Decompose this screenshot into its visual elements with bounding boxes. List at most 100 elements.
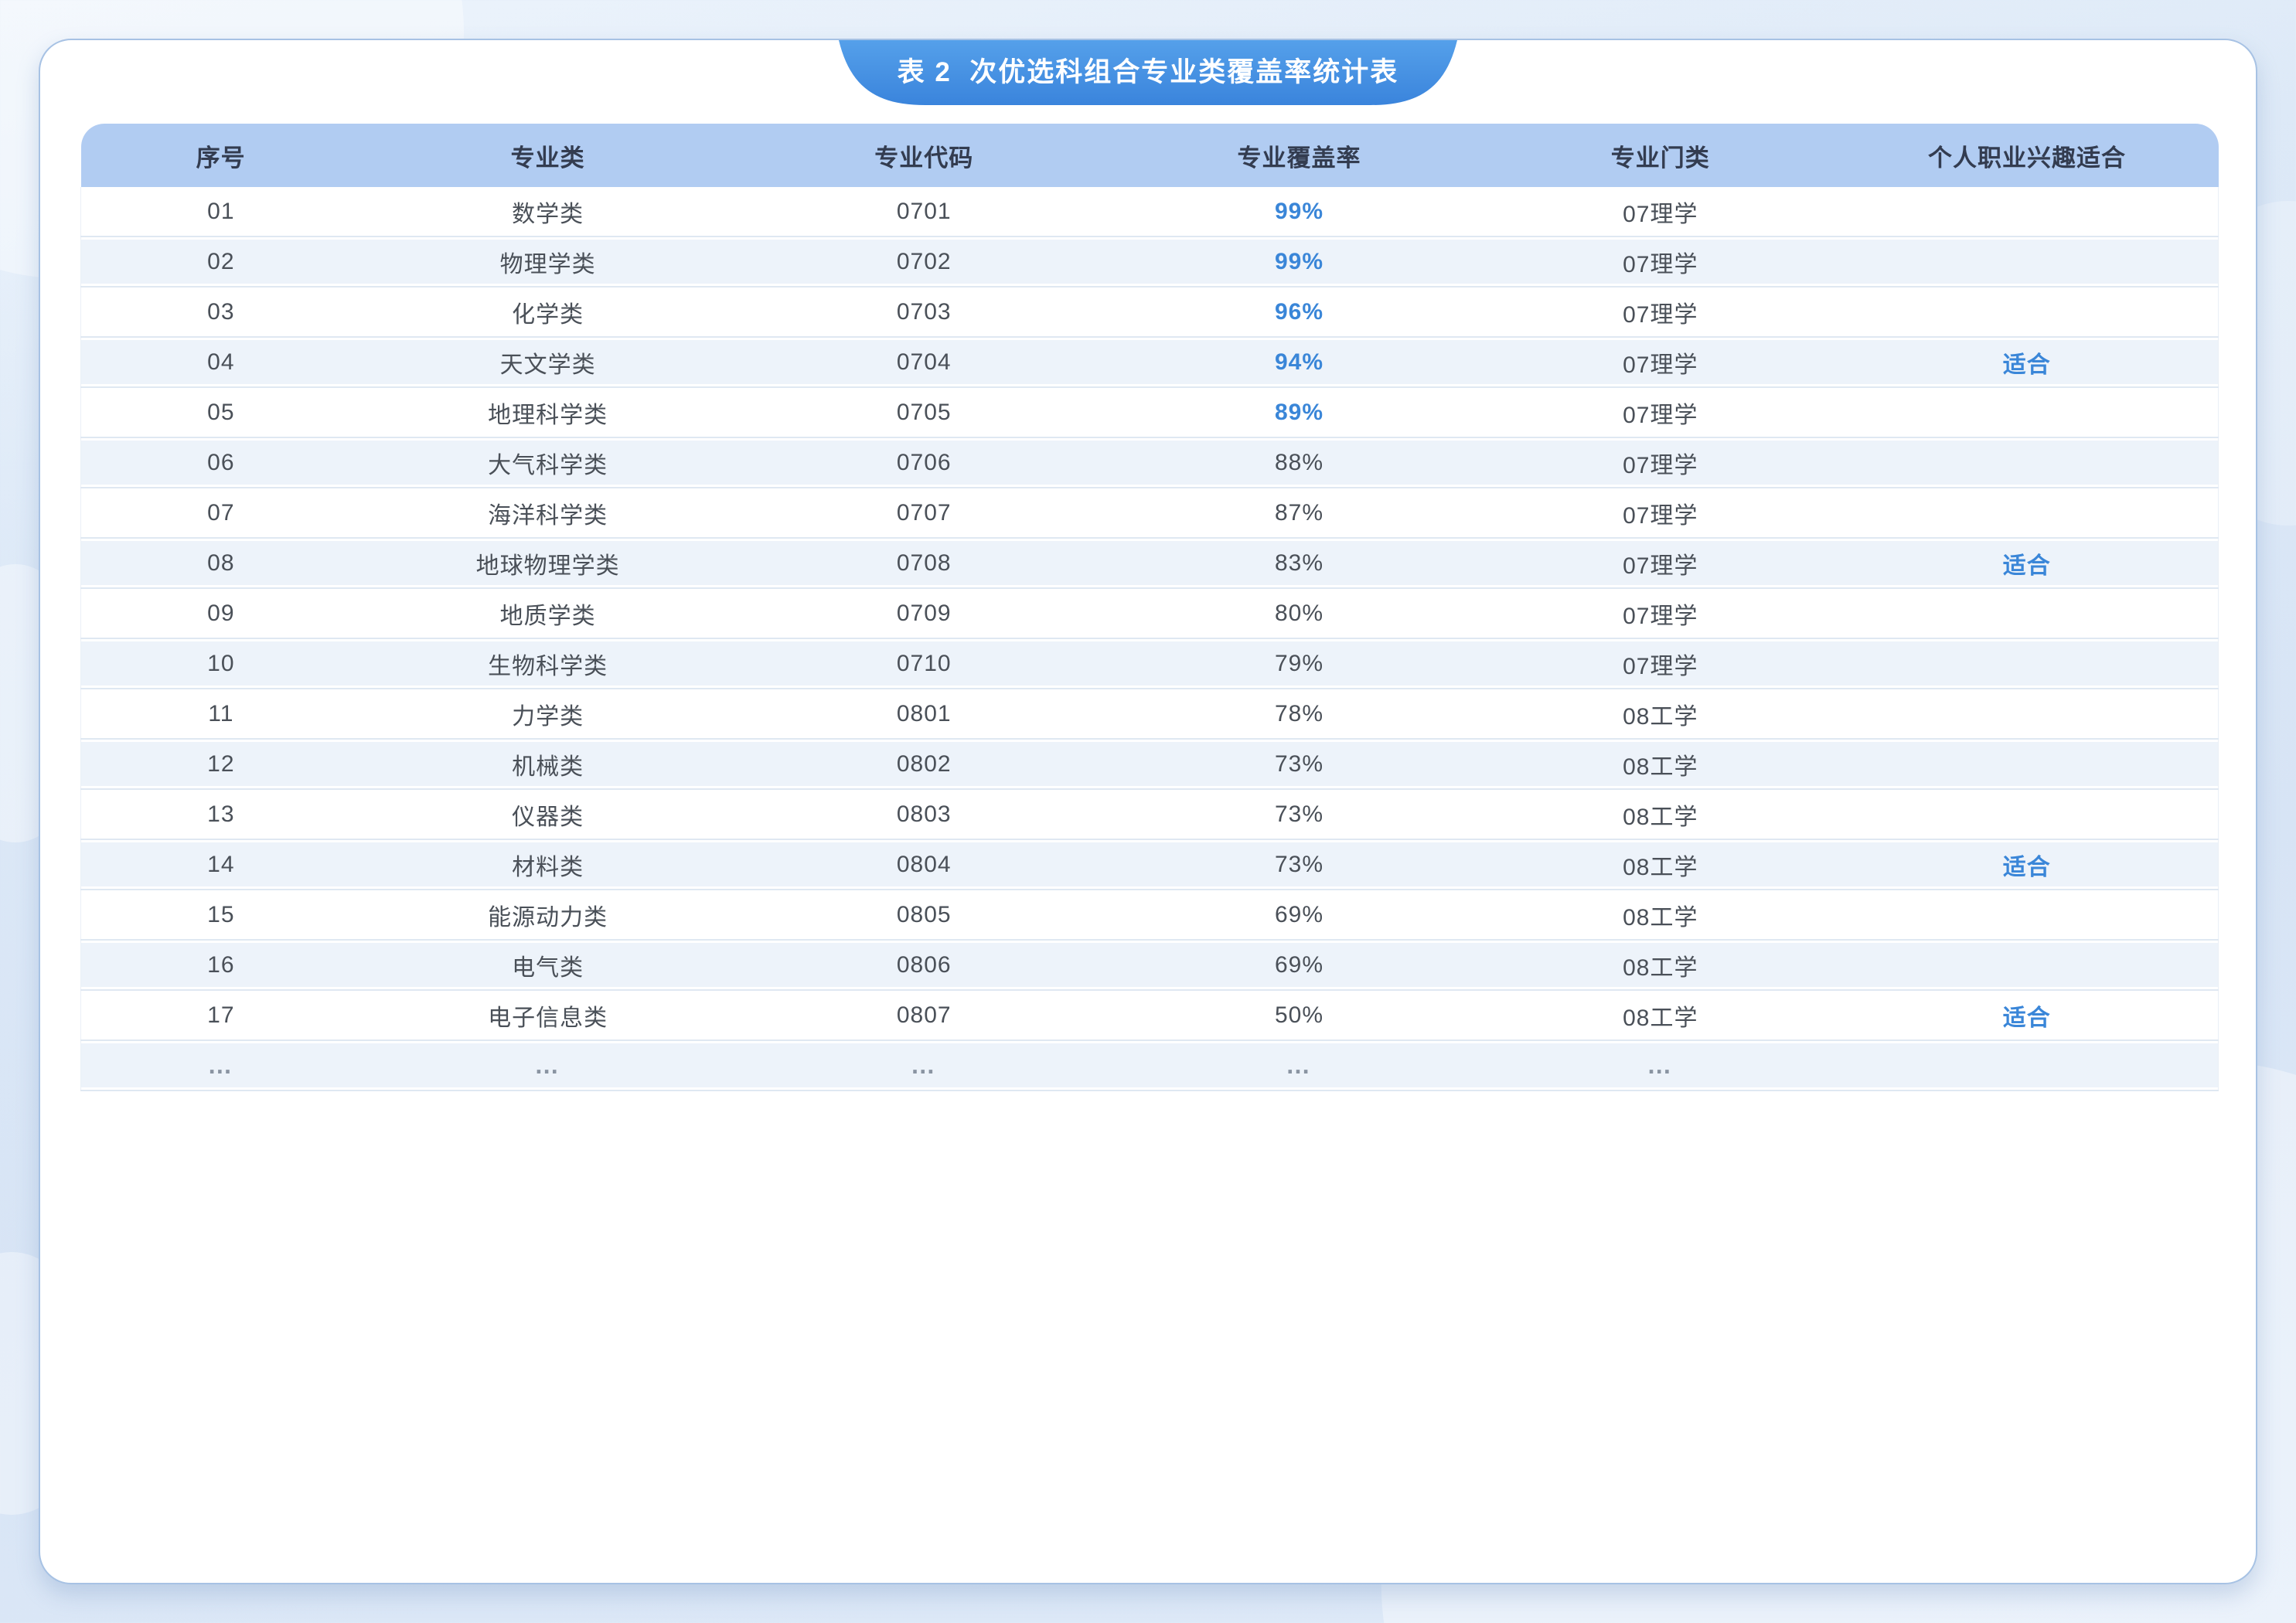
cell-major: …	[361, 1040, 735, 1091]
cell-fit: 适合	[1836, 839, 2219, 890]
cell-major: 天文学类	[361, 337, 735, 387]
cell-category: 08工学	[1485, 739, 1835, 789]
table-row: 06大气科学类070688%07理学	[81, 437, 2219, 488]
table-row: 01数学类070199%07理学	[81, 187, 2219, 236]
table-row: 10生物科学类071079%07理学	[81, 638, 2219, 689]
cell-fit	[1836, 387, 2219, 437]
table-row: 14材料类080473%08工学适合	[81, 839, 2219, 890]
cell-coverage: 87%	[1113, 488, 1485, 538]
table-row: 07海洋科学类070787%07理学	[81, 488, 2219, 538]
cell-coverage: 89%	[1113, 387, 1485, 437]
cell-no: 13	[81, 789, 361, 839]
column-header: 专业覆盖率	[1113, 124, 1485, 187]
cell-major: 能源动力类	[361, 890, 735, 940]
column-header: 专业代码	[735, 124, 1113, 187]
cell-coverage: 73%	[1113, 739, 1485, 789]
cell-code: 0801	[735, 689, 1113, 739]
cell-code: 0806	[735, 940, 1113, 990]
cell-major: 仪器类	[361, 789, 735, 839]
cell-major: 力学类	[361, 689, 735, 739]
cell-no: 14	[81, 839, 361, 890]
cell-major: 材料类	[361, 839, 735, 890]
cell-major: 物理学类	[361, 236, 735, 287]
cell-coverage: 73%	[1113, 789, 1485, 839]
cell-no: 11	[81, 689, 361, 739]
cell-major: 海洋科学类	[361, 488, 735, 538]
cell-category: …	[1485, 1040, 1835, 1091]
cell-code: 0702	[735, 236, 1113, 287]
cell-fit	[1836, 789, 2219, 839]
cell-fit	[1836, 1040, 2219, 1091]
cell-code: 0703	[735, 287, 1113, 337]
cell-major: 电气类	[361, 940, 735, 990]
cell-category: 07理学	[1485, 337, 1835, 387]
table-row: 08地球物理学类070883%07理学适合	[81, 538, 2219, 588]
cell-code: 0704	[735, 337, 1113, 387]
table-row: 15能源动力类080569%08工学	[81, 890, 2219, 940]
cell-no: …	[81, 1040, 361, 1091]
cell-fit	[1836, 236, 2219, 287]
cell-fit	[1836, 588, 2219, 638]
cell-category: 08工学	[1485, 990, 1835, 1040]
cell-code: 0709	[735, 588, 1113, 638]
column-header: 序号	[81, 124, 361, 187]
table-row: 12机械类080273%08工学	[81, 739, 2219, 789]
cell-category: 07理学	[1485, 638, 1835, 689]
cell-code: 0804	[735, 839, 1113, 890]
table-title-badge: 表 2 次优选科组合专业类覆盖率统计表	[839, 40, 1457, 105]
cell-category: 08工学	[1485, 689, 1835, 739]
cell-major: 数学类	[361, 187, 735, 236]
table-row-ellipsis: ……………	[81, 1040, 2219, 1091]
cell-coverage: 94%	[1113, 337, 1485, 387]
cell-category: 07理学	[1485, 187, 1835, 236]
cell-category: 08工学	[1485, 839, 1835, 890]
cell-fit	[1836, 940, 2219, 990]
column-header: 专业门类	[1485, 124, 1835, 187]
cell-major: 地质学类	[361, 588, 735, 638]
cell-major: 地理科学类	[361, 387, 735, 437]
cell-no: 15	[81, 890, 361, 940]
cell-coverage: …	[1113, 1040, 1485, 1091]
page-background: { "title_badge": { "text": "表 2 次优选科组合专业…	[0, 0, 2296, 1623]
cell-code: 0805	[735, 890, 1113, 940]
cell-coverage: 83%	[1113, 538, 1485, 588]
cell-coverage: 99%	[1113, 236, 1485, 287]
column-header: 专业类	[361, 124, 735, 187]
cell-no: 03	[81, 287, 361, 337]
cell-no: 01	[81, 187, 361, 236]
cell-code: 0706	[735, 437, 1113, 488]
cell-coverage: 78%	[1113, 689, 1485, 739]
cell-code: 0708	[735, 538, 1113, 588]
cell-major: 地球物理学类	[361, 538, 735, 588]
cell-no: 05	[81, 387, 361, 437]
cell-coverage: 96%	[1113, 287, 1485, 337]
coverage-table: 序号专业类专业代码专业覆盖率专业门类个人职业兴趣适合 01数学类070199%0…	[80, 124, 2219, 1091]
cell-major: 电子信息类	[361, 990, 735, 1040]
cell-no: 17	[81, 990, 361, 1040]
cell-code: 0707	[735, 488, 1113, 538]
cell-fit	[1836, 187, 2219, 236]
header-row: 序号专业类专业代码专业覆盖率专业门类个人职业兴趣适合	[81, 124, 2219, 187]
cell-no: 06	[81, 437, 361, 488]
table-row: 11力学类080178%08工学	[81, 689, 2219, 739]
cell-category: 07理学	[1485, 236, 1835, 287]
cell-code: 0802	[735, 739, 1113, 789]
cell-fit: 适合	[1836, 990, 2219, 1040]
cell-coverage: 73%	[1113, 839, 1485, 890]
cell-major: 机械类	[361, 739, 735, 789]
cell-coverage: 79%	[1113, 638, 1485, 689]
cell-category: 08工学	[1485, 940, 1835, 990]
table-row: 13仪器类080373%08工学	[81, 789, 2219, 839]
cell-code: 0705	[735, 387, 1113, 437]
cell-coverage: 99%	[1113, 187, 1485, 236]
cell-fit	[1836, 689, 2219, 739]
cell-fit	[1836, 739, 2219, 789]
table-body: 01数学类070199%07理学02物理学类070299%07理学03化学类07…	[81, 187, 2219, 1091]
cell-coverage: 88%	[1113, 437, 1485, 488]
table-row: 17电子信息类080750%08工学适合	[81, 990, 2219, 1040]
cell-category: 07理学	[1485, 488, 1835, 538]
cell-fit: 适合	[1836, 538, 2219, 588]
cell-fit	[1836, 890, 2219, 940]
cell-fit	[1836, 638, 2219, 689]
cell-code: 0701	[735, 187, 1113, 236]
